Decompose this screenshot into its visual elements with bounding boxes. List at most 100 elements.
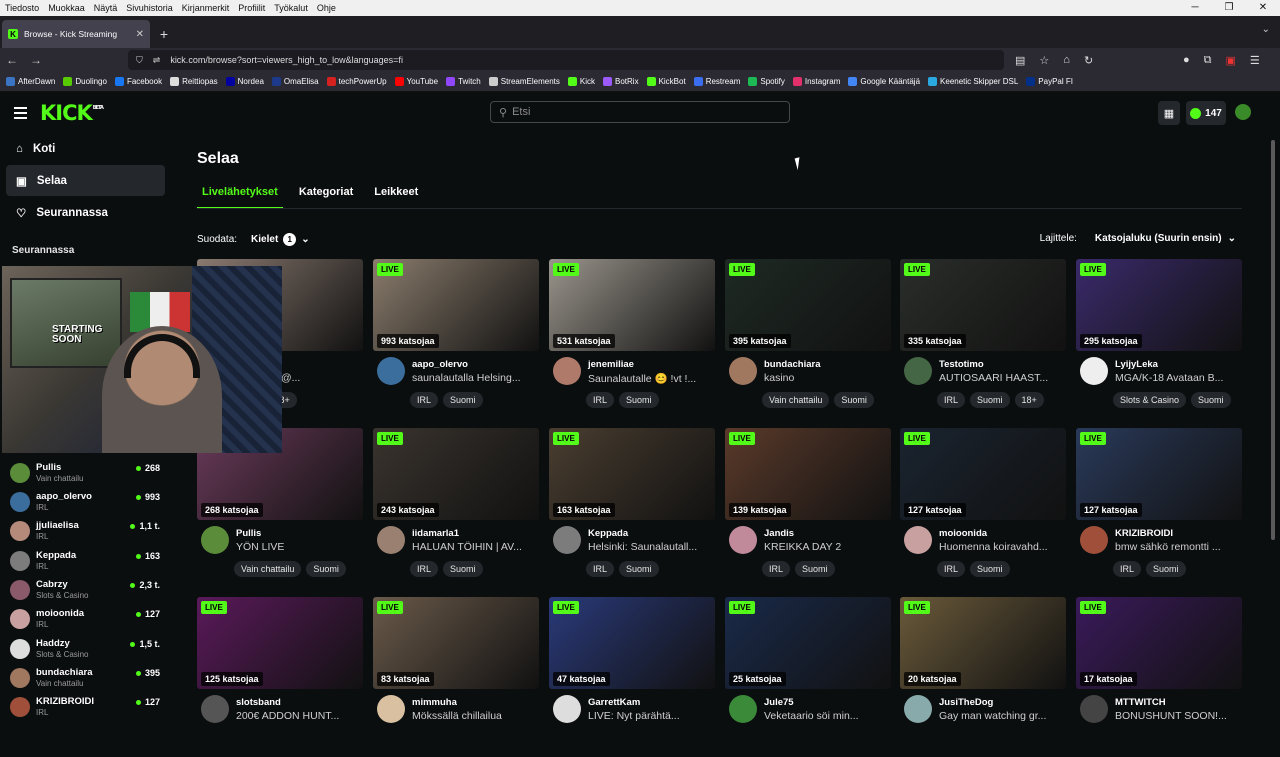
avatar[interactable] bbox=[201, 695, 229, 723]
channel-name[interactable]: MTTWITCH bbox=[1115, 697, 1166, 708]
hamburger-menu-icon[interactable] bbox=[14, 107, 27, 122]
avatar[interactable] bbox=[553, 357, 581, 385]
tab-categories[interactable]: Kategoriat bbox=[294, 186, 358, 209]
channel-name[interactable]: mimmuha bbox=[412, 697, 457, 708]
avatar[interactable] bbox=[1080, 357, 1108, 385]
bookmark-item[interactable]: Kick bbox=[567, 77, 595, 86]
stream-thumbnail[interactable]: LIVE 20 katsojaa bbox=[900, 597, 1066, 689]
tag[interactable]: IRL bbox=[586, 392, 615, 408]
stream-title[interactable]: saunalautalla Helsing... bbox=[412, 372, 537, 384]
language-filter-button[interactable]: Kielet 1 ⌄ bbox=[245, 229, 316, 250]
tag[interactable]: IRL bbox=[1113, 561, 1142, 577]
following-item[interactable]: KRIZIBROIDI IRL 127 bbox=[10, 693, 160, 721]
bookmark-item[interactable]: PayPal FI bbox=[1026, 77, 1073, 86]
stream-card[interactable]: LIVE 163 katsojaa Keppada Helsinki: Saunala… bbox=[549, 428, 715, 588]
avatar[interactable] bbox=[904, 695, 932, 723]
stream-card[interactable]: LIVE 17 katsojaa MTTWITCH BONUSHUNT SOON!..… bbox=[1076, 597, 1242, 757]
avatar[interactable] bbox=[729, 357, 757, 385]
stream-thumbnail[interactable]: LIVE 243 katsojaa bbox=[373, 428, 539, 520]
stream-card[interactable]: LIVE 20 katsojaa JusiTheDog Gay man watchin… bbox=[900, 597, 1066, 757]
stream-card[interactable]: LIVE 335 katsojaa Testotimo AUTIOSAARI HAAS… bbox=[900, 259, 1066, 419]
bookmark-item[interactable]: Facebook bbox=[114, 77, 162, 86]
browser-tab[interactable]: K Browse - Kick Streaming ✕ bbox=[2, 20, 150, 48]
tag[interactable]: IRL bbox=[410, 392, 439, 408]
stream-thumbnail[interactable]: LIVE 531 katsojaa bbox=[549, 259, 715, 351]
following-item[interactable]: moioonida IRL 127 bbox=[10, 605, 160, 633]
stream-thumbnail[interactable]: LIVE 47 katsojaa bbox=[549, 597, 715, 689]
following-item[interactable]: bundachiara Vain chattailu 395 bbox=[10, 664, 160, 692]
menu-item[interactable]: Työkalut bbox=[274, 3, 308, 13]
page-scrollbar[interactable] bbox=[1271, 140, 1275, 540]
tag[interactable]: Vain chattailu bbox=[762, 392, 830, 408]
bookmark-item[interactable]: techPowerUp bbox=[326, 77, 387, 86]
user-avatar[interactable] bbox=[1235, 104, 1251, 120]
tag[interactable]: Suomi bbox=[970, 392, 1010, 408]
bookmark-item[interactable]: Nordea bbox=[225, 77, 264, 86]
bookmark-item[interactable]: AfterDawn bbox=[6, 77, 55, 86]
extensions-icon[interactable]: ⧉ bbox=[1204, 54, 1212, 67]
avatar[interactable] bbox=[377, 357, 405, 385]
tag[interactable]: Slots & Casino bbox=[1113, 392, 1187, 408]
address-bar[interactable]: ⛉ ⇌ kick.com/browse?sort=viewers_high_to… bbox=[128, 50, 1004, 70]
following-item[interactable]: Pullis Vain chattailu 268 bbox=[10, 459, 160, 487]
tag[interactable]: IRL bbox=[586, 561, 615, 577]
following-item[interactable]: jjuliaelisa IRL 1,1 t. bbox=[10, 517, 160, 545]
stream-thumbnail[interactable]: LIVE 127 katsojaa bbox=[1076, 428, 1242, 520]
stream-card[interactable]: LIVE 25 katsojaa Jule75 Veketaario söi min.… bbox=[725, 597, 891, 757]
following-item[interactable]: aapo_olervo IRL 993 bbox=[10, 488, 160, 516]
tag[interactable]: Suomi bbox=[306, 561, 346, 577]
stream-title[interactable]: Helsinki: Saunalautall... bbox=[588, 541, 713, 553]
stream-title[interactable]: Veketaario söi min... bbox=[764, 710, 889, 722]
avatar[interactable] bbox=[904, 526, 932, 554]
home-icon[interactable]: ⌂ bbox=[1063, 54, 1070, 66]
avatar[interactable] bbox=[904, 357, 932, 385]
bookmark-item[interactable]: Keenetic Skipper DSL bbox=[928, 77, 1018, 86]
tab-list-chevron-icon[interactable]: ⌄ bbox=[1262, 24, 1270, 35]
kick-logo[interactable]: KICKBETA bbox=[40, 101, 104, 125]
avatar[interactable] bbox=[729, 695, 757, 723]
stream-card[interactable]: LIVE 993 katsojaa aapo_olervo saunalautalla… bbox=[373, 259, 539, 419]
avatar[interactable] bbox=[553, 695, 581, 723]
stream-title[interactable]: Gay man watching gr... bbox=[939, 710, 1064, 722]
menu-item[interactable]: Näytä bbox=[94, 3, 118, 13]
menu-item[interactable]: Muokkaa bbox=[48, 3, 85, 13]
stream-thumbnail[interactable]: LIVE 125 katsojaa bbox=[197, 597, 363, 689]
stream-thumbnail[interactable]: LIVE 993 katsojaa bbox=[373, 259, 539, 351]
stream-title[interactable]: 200€ ADDON HUNT... bbox=[236, 710, 361, 722]
menu-item[interactable]: Profiilit bbox=[238, 3, 265, 13]
bookmark-item[interactable]: StreamElements bbox=[488, 77, 560, 86]
channel-name[interactable]: LyijyLeka bbox=[1115, 359, 1158, 370]
channel-name[interactable]: jenemiliae bbox=[588, 359, 634, 370]
new-tab-button[interactable]: + bbox=[150, 20, 178, 48]
reader-view-icon[interactable]: ▤ bbox=[1015, 54, 1025, 67]
bookmark-item[interactable]: Restream bbox=[693, 77, 740, 86]
stream-card[interactable]: LIVE 127 katsojaa KRIZIBROIDI bmw sähkö rem… bbox=[1076, 428, 1242, 588]
menu-item[interactable]: Sivuhistoria bbox=[126, 3, 173, 13]
stream-card[interactable]: LIVE 243 katsojaa iidamarla1 HALUAN TÖIHIN … bbox=[373, 428, 539, 588]
sidebar-item-browse[interactable]: ▣ Selaa bbox=[6, 165, 165, 196]
avatar[interactable] bbox=[729, 526, 757, 554]
channel-name[interactable]: iidamarla1 bbox=[412, 528, 459, 539]
tag[interactable]: Suomi bbox=[1146, 561, 1186, 577]
channel-name[interactable]: Testotimo bbox=[939, 359, 984, 370]
tab-close-icon[interactable]: ✕ bbox=[136, 29, 144, 40]
app-menu-icon[interactable]: ☰ bbox=[1250, 54, 1260, 67]
stream-card[interactable]: LIVE 47 katsojaa GarrettKam LIVE: Nyt päräh… bbox=[549, 597, 715, 757]
bookmark-item[interactable]: Instagram bbox=[792, 77, 840, 86]
menu-item[interactable]: Tiedosto bbox=[5, 3, 39, 13]
avatar[interactable] bbox=[377, 695, 405, 723]
stream-title[interactable]: AUTIOSAARI HAAST... bbox=[939, 372, 1064, 384]
maximize-icon[interactable]: ❐ bbox=[1212, 0, 1246, 16]
stream-card[interactable]: LIVE 83 katsojaa mimmuha Mökssällä chillail… bbox=[373, 597, 539, 757]
avatar[interactable] bbox=[553, 526, 581, 554]
tag[interactable]: Suomi bbox=[619, 561, 659, 577]
stream-title[interactable]: BONUSHUNT SOON!... bbox=[1115, 710, 1240, 722]
tag[interactable]: Suomi bbox=[619, 392, 659, 408]
stream-title[interactable]: LIVE: Nyt pärähtä... bbox=[588, 710, 713, 722]
bookmark-star-icon[interactable]: ☆ bbox=[1039, 54, 1049, 67]
stream-title[interactable]: YÖN LIVE bbox=[236, 541, 361, 553]
avatar[interactable] bbox=[201, 526, 229, 554]
tag[interactable]: Vain chattailu bbox=[234, 561, 302, 577]
sidebar-item-following[interactable]: ♡ Seurannassa bbox=[6, 197, 165, 228]
bookmark-item[interactable]: OmaElisa bbox=[271, 77, 319, 86]
